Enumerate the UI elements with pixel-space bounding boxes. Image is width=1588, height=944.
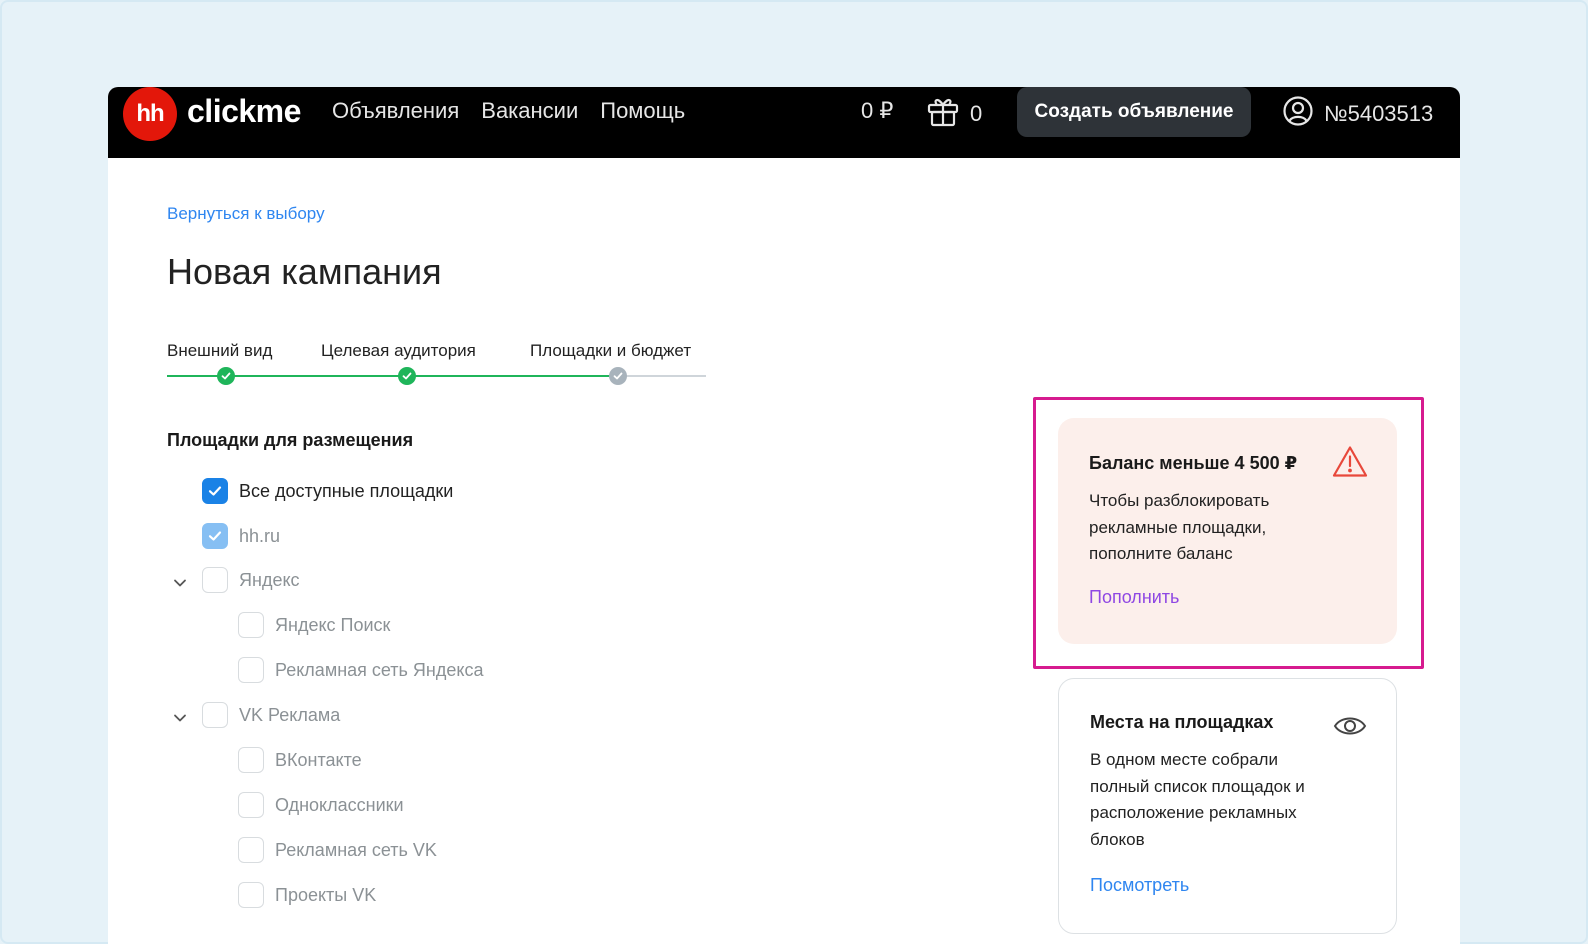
checkbox-unchecked[interactable] bbox=[202, 702, 228, 728]
step-current-check-icon bbox=[609, 367, 627, 385]
low-balance-title: Баланс меньше 4 500 ₽ bbox=[1089, 453, 1298, 473]
chevron-down-icon[interactable] bbox=[172, 710, 188, 726]
account-id: №5403513 bbox=[1324, 101, 1434, 126]
checkbox-unchecked[interactable] bbox=[238, 882, 264, 908]
platform-vkontakte-checkbox[interactable]: ВКонтакте bbox=[238, 747, 362, 773]
platform-hh-checkbox[interactable]: hh.ru bbox=[202, 523, 280, 549]
placements-card: Места на площадках В одном месте собрали… bbox=[1058, 678, 1397, 934]
step-remaining-line bbox=[618, 375, 706, 377]
platform-vk-ads-checkbox[interactable]: VK Реклама bbox=[202, 702, 340, 728]
platform-yandex-checkbox[interactable]: Яндекс bbox=[202, 567, 300, 593]
page-title: Новая кампания bbox=[167, 251, 442, 292]
gifts-count: 0 bbox=[970, 101, 983, 126]
create-ad-button[interactable]: Создать объявление bbox=[1017, 87, 1251, 137]
nav-ads[interactable]: Объявления bbox=[332, 98, 459, 124]
checkbox-unchecked[interactable] bbox=[238, 792, 264, 818]
clickme-logo-text[interactable]: clickme bbox=[187, 93, 301, 130]
nav-vacancies[interactable]: Вакансии bbox=[481, 98, 578, 124]
top-header: hh clickme Объявления Вакансии Помощь 0 … bbox=[108, 87, 1460, 158]
balance-amount[interactable]: 0 ₽ bbox=[861, 98, 893, 124]
checkbox-checked-disabled[interactable] bbox=[202, 523, 228, 549]
gift-icon bbox=[926, 94, 960, 134]
checkbox-unchecked[interactable] bbox=[202, 567, 228, 593]
back-to-selection-link[interactable]: Вернуться к выбору bbox=[167, 204, 325, 224]
main-nav: Объявления Вакансии Помощь bbox=[332, 98, 685, 124]
checkbox-label: Проекты VK bbox=[275, 884, 377, 905]
checkbox-label: VK Реклама bbox=[239, 704, 341, 725]
account-menu[interactable]: №5403513 bbox=[1282, 95, 1433, 133]
platform-odnoklassniki-checkbox[interactable]: Одноклассники bbox=[238, 792, 404, 818]
campaign-steps: Внешний вид Целевая аудитория Площадки и… bbox=[167, 341, 707, 391]
checkbox-label: Яндекс bbox=[239, 569, 300, 590]
step-done-check-icon bbox=[398, 367, 416, 385]
checkbox-label: Яндекс Поиск bbox=[275, 614, 391, 635]
checkbox-label: Все доступные площадки bbox=[239, 480, 454, 501]
app-window: hh clickme Объявления Вакансии Помощь 0 … bbox=[108, 87, 1460, 944]
checkbox-label: hh.ru bbox=[239, 525, 281, 546]
platform-yandex-network-checkbox[interactable]: Рекламная сеть Яндекса bbox=[238, 657, 483, 683]
top-up-link[interactable]: Пополнить bbox=[1089, 587, 1179, 608]
step-label-appearance[interactable]: Внешний вид bbox=[167, 341, 272, 361]
checkbox-unchecked[interactable] bbox=[238, 612, 264, 638]
step-label-audience[interactable]: Целевая аудитория bbox=[321, 341, 476, 361]
view-placements-link[interactable]: Посмотреть bbox=[1090, 875, 1189, 896]
checkbox-label: Одноклассники bbox=[275, 794, 404, 815]
platform-vk-projects-checkbox[interactable]: Проекты VK bbox=[238, 882, 376, 908]
chevron-down-icon[interactable] bbox=[172, 575, 188, 591]
nav-help[interactable]: Помощь bbox=[600, 98, 685, 124]
checkbox-label: Рекламная сеть VK bbox=[275, 839, 437, 860]
platform-yandex-search-checkbox[interactable]: Яндекс Поиск bbox=[238, 612, 390, 638]
checkbox-checked[interactable] bbox=[202, 478, 228, 504]
hh-logo[interactable]: hh bbox=[123, 87, 177, 141]
checkbox-label: Рекламная сеть Яндекса bbox=[275, 659, 484, 680]
checkbox-label: ВКонтакте bbox=[275, 749, 362, 770]
checkbox-unchecked[interactable] bbox=[238, 747, 264, 773]
low-balance-card: Баланс меньше 4 500 ₽ Чтобы разблокирова… bbox=[1058, 418, 1397, 644]
step-label-platforms[interactable]: Площадки и бюджет bbox=[530, 341, 691, 361]
checkbox-unchecked[interactable] bbox=[238, 837, 264, 863]
checkbox-unchecked[interactable] bbox=[238, 657, 264, 683]
low-balance-text: Чтобы разблокировать рекламные площадки,… bbox=[1089, 491, 1270, 563]
placements-title: Места на площадках bbox=[1090, 712, 1274, 732]
platform-all-checkbox[interactable]: Все доступные площадки bbox=[202, 478, 453, 504]
platform-vk-network-checkbox[interactable]: Рекламная сеть VK bbox=[238, 837, 437, 863]
eye-icon[interactable] bbox=[1333, 714, 1367, 743]
placements-text: В одном месте собрали полный список площ… bbox=[1090, 750, 1305, 849]
gifts-counter[interactable]: 0 bbox=[926, 94, 982, 134]
step-done-check-icon bbox=[217, 367, 235, 385]
warning-triangle-icon bbox=[1332, 445, 1368, 483]
user-icon bbox=[1282, 95, 1314, 133]
platforms-section-title: Площадки для размещения bbox=[167, 430, 414, 450]
